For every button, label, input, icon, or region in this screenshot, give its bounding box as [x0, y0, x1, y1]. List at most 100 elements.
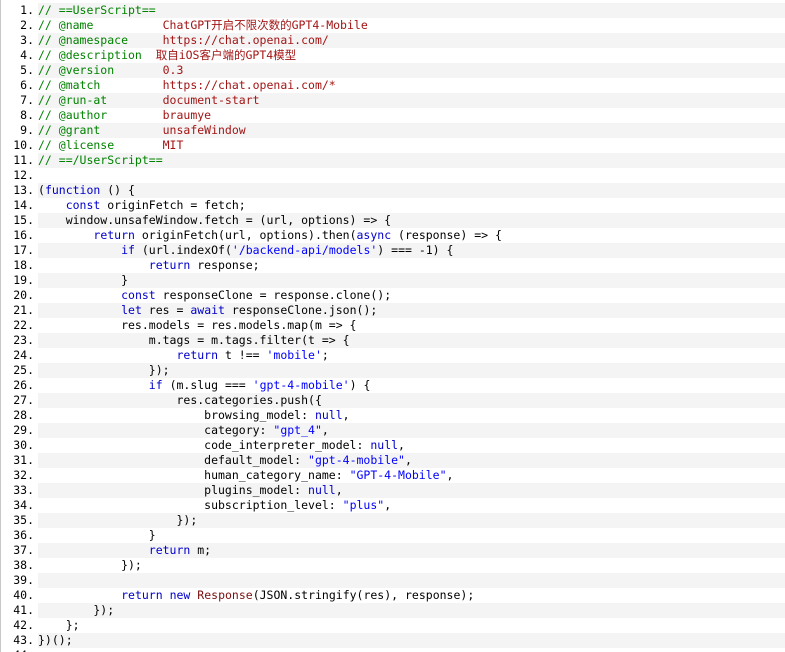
code-token-plain: ,	[446, 468, 454, 482]
code-token-meta: document-start	[162, 93, 260, 107]
code-token-keyword: await	[190, 303, 225, 317]
code-line: 25. });	[1, 363, 785, 378]
code-text: let res = await responseClone.json();	[38, 303, 785, 318]
code-text: })();	[38, 633, 785, 648]
code-token-plain: ,	[384, 498, 392, 512]
code-text: return response;	[38, 258, 785, 273]
code-token-keyword: null	[314, 408, 343, 422]
code-token-plain: res =	[141, 303, 191, 317]
code-token-meta: MIT	[162, 138, 184, 152]
code-text: if (m.slug === 'gpt-4-mobile') {	[38, 378, 785, 393]
code-token-keyword: return	[93, 228, 135, 242]
code-token-plain: ,	[342, 408, 350, 422]
code-text: plugins_model: null,	[38, 483, 785, 498]
code-text: }	[38, 273, 785, 288]
code-token-comment: // @grant	[38, 123, 163, 137]
code-token-meta: braumye	[162, 108, 212, 122]
code-token-plain: ,	[404, 453, 412, 467]
line-number: 9.	[1, 123, 38, 138]
code-token-keyword: if	[121, 243, 135, 257]
code-text: human_category_name: "GPT-4-Mobile",	[38, 468, 785, 483]
code-line: 41. });	[1, 603, 785, 618]
line-number: 37.	[1, 543, 38, 558]
code-line: 24. return t !== 'mobile';	[1, 348, 785, 363]
line-number: 28.	[1, 408, 38, 423]
code-token-plain: code_interpreter_model:	[38, 438, 371, 452]
line-number: 24.	[1, 348, 38, 363]
code-line: 19. }	[1, 273, 785, 288]
code-line: 11.// ==/UserScript==	[1, 153, 785, 168]
code-text: if (url.indexOf('/backend-api/models') =…	[38, 243, 785, 258]
code-token-plain: ,	[335, 483, 343, 497]
code-token-plain: res.categories.push({	[38, 393, 322, 407]
line-number: 3.	[1, 33, 38, 48]
code-token-string: 'mobile'	[266, 348, 322, 362]
line-number: 40.	[1, 588, 38, 603]
code-line: 1.// ==UserScript==	[1, 3, 785, 18]
code-text: // @author braumye	[38, 108, 785, 123]
code-token-meta: 0.3	[162, 63, 184, 77]
code-line: 44.	[1, 648, 785, 652]
line-number: 30.	[1, 438, 38, 453]
code-token-plain: ) === -1) {	[377, 243, 454, 257]
code-line: 32. human_category_name: "GPT-4-Mobile",	[1, 468, 785, 483]
line-number: 7.	[1, 93, 38, 108]
code-token-comment: // @run-at	[38, 93, 163, 107]
code-token-meta: ChatGPT开启不限次数的GPT4-Mobile	[162, 18, 368, 32]
code-text: const responseClone = response.clone();	[38, 288, 785, 303]
code-text: // @match https://chat.openai.com/*	[38, 78, 785, 93]
line-number: 20.	[1, 288, 38, 303]
code-token-plain: plugins_model:	[38, 483, 309, 497]
code-text: // @version 0.3	[38, 63, 785, 78]
code-line: 7.// @run-at document-start	[1, 93, 785, 108]
code-text: // @namespace https://chat.openai.com/	[38, 33, 785, 48]
code-text: // @name ChatGPT开启不限次数的GPT4-Mobile	[38, 18, 785, 33]
code-text: return new Response(JSON.stringify(res),…	[38, 588, 785, 603]
code-line: 14. const originFetch = fetch;	[1, 198, 785, 213]
code-line: 20. const responseClone = response.clone…	[1, 288, 785, 303]
code-token-plain: ;	[321, 348, 329, 362]
line-number: 5.	[1, 63, 38, 78]
code-line: 38. });	[1, 558, 785, 573]
code-token-plain: responseClone.json();	[224, 303, 378, 317]
code-token-plain: (	[38, 183, 45, 197]
code-token-string: "gpt_4"	[273, 423, 322, 437]
code-line: 15. window.unsafeWindow.fetch = (url, op…	[1, 213, 785, 228]
line-number: 16.	[1, 228, 38, 243]
line-number: 34.	[1, 498, 38, 513]
code-line: 5.// @version 0.3	[1, 63, 785, 78]
line-number: 32.	[1, 468, 38, 483]
line-number: 15.	[1, 213, 38, 228]
code-token-string: 'gpt-4-mobile'	[252, 378, 350, 392]
code-line: 27. res.categories.push({	[1, 393, 785, 408]
code-line: 28. browsing_model: null,	[1, 408, 785, 423]
code-token-plain: ,	[398, 438, 405, 452]
code-line: 40. return new Response(JSON.stringify(r…	[1, 588, 785, 603]
code-token-class: Response	[197, 588, 253, 602]
code-token-plain: m.tags = m.tags.filter(t => {	[38, 333, 350, 347]
code-line: 33. plugins_model: null,	[1, 483, 785, 498]
line-number: 13.	[1, 183, 38, 198]
code-token-string: "GPT-4-Mobile"	[349, 468, 447, 482]
code-text: // ==UserScript==	[38, 3, 785, 18]
code-line: 13. (function () {	[1, 183, 785, 198]
code-text: subscription_level: "plus",	[38, 498, 785, 513]
code-viewer[interactable]: 1.// ==UserScript== 2.// @name ChatGPT开启不…	[0, 0, 785, 652]
line-number: 44.	[1, 648, 38, 652]
code-text: // @description 取自iOS客户端的GPT4模型	[38, 48, 785, 63]
code-lines: 1.// ==UserScript== 2.// @name ChatGPT开启不…	[1, 3, 785, 652]
code-token-meta: https://chat.openai.com/*	[162, 78, 336, 92]
code-token-plain: browsing_model:	[38, 408, 315, 422]
code-token-plain: (JSON.stringify(res), response);	[252, 588, 475, 602]
code-token-keyword: null	[370, 438, 399, 452]
code-text: return t !== 'mobile';	[38, 348, 785, 363]
code-token-plain: category:	[38, 423, 274, 437]
code-token-plain: res.models = res.models.map(m => {	[38, 318, 357, 332]
line-number: 22.	[1, 318, 38, 333]
code-text: }	[38, 528, 785, 543]
